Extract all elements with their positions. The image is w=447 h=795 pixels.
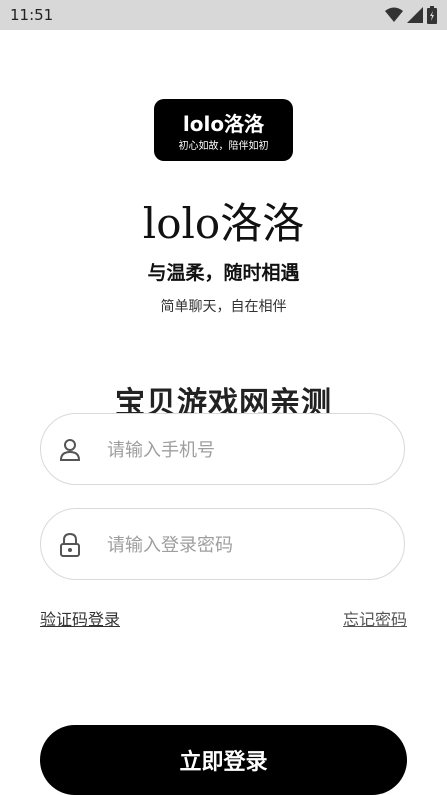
sms-login-link[interactable]: 验证码登录 (40, 606, 120, 630)
status-bar: 11:51 (0, 0, 447, 30)
tagline: 与温柔，随时相遇 (147, 262, 300, 284)
status-icons (385, 6, 437, 24)
logo-subtitle: 初心如故，陪伴如初 (178, 141, 269, 152)
app-name: lolo洛洛 (142, 199, 305, 248)
logo-title: lolo洛洛 (182, 112, 265, 136)
forgot-password-link[interactable]: 忘记密码 (343, 606, 407, 630)
password-field[interactable] (40, 508, 405, 580)
status-time: 11:51 (10, 6, 54, 24)
phone-field[interactable] (40, 413, 405, 485)
sub-tagline: 简单聊天，自在相伴 (160, 299, 287, 315)
phone-input[interactable] (105, 434, 389, 466)
signal-icon (407, 7, 423, 23)
app-logo: lolo洛洛 初心如故，陪伴如初 (154, 99, 293, 161)
user-icon (59, 439, 81, 461)
battery-icon (427, 6, 437, 24)
wifi-icon (385, 7, 403, 22)
password-input[interactable] (105, 529, 389, 561)
login-button[interactable]: 立即登录 (40, 725, 407, 795)
lock-icon (60, 533, 80, 557)
